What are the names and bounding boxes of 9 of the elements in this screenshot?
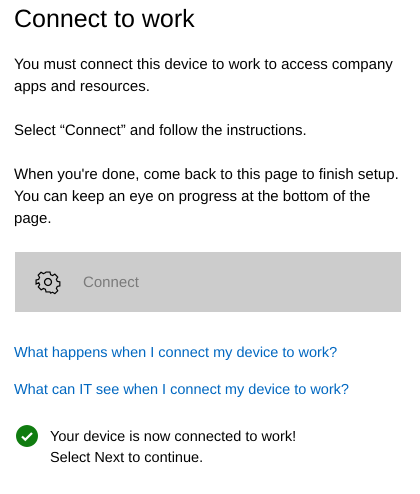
instruction-text: You must connect this device to work to access company apps and resources. — [14, 55, 394, 97]
page-title: Connect to work — [14, 4, 196, 35]
help-link[interactable]: What happens when I connect my device to work? — [14, 342, 338, 364]
status-text: Your device is now connected to work! — [50, 428, 296, 447]
help-link[interactable]: What can IT see when I connect my device to work? — [14, 379, 350, 401]
instruction-text: Select “Connect” and follow the instructions. — [14, 121, 308, 141]
instruction-text: When you're done, come back to this page to finish setup. You can keep an eye on progress at the bottom of the page. — [14, 165, 400, 229]
settings-icon — [35, 269, 61, 295]
status-text: Select Next to continue. — [50, 449, 204, 468]
